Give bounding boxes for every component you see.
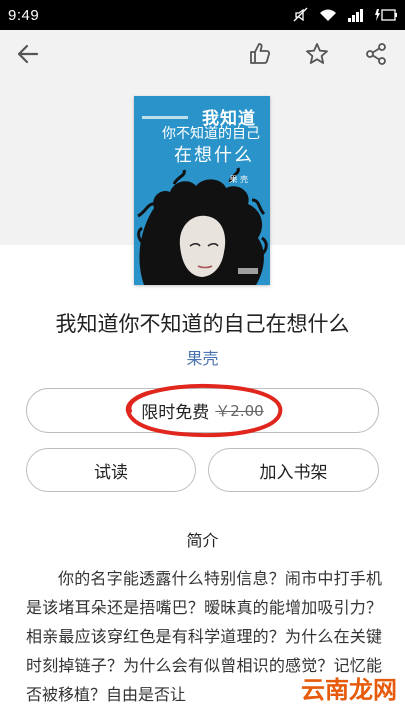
cover-title-line-3: 在想什么 <box>174 145 254 166</box>
cover-tag <box>142 116 188 119</box>
status-icons <box>293 7 397 23</box>
star-icon <box>305 42 329 70</box>
add-to-shelf-button[interactable]: 加入书架 <box>208 448 379 492</box>
cover-title-line-2: 你不知道的自己 <box>162 126 260 142</box>
book-author-link[interactable]: 果壳 <box>0 345 405 369</box>
original-price: ￥2.00 <box>215 402 264 420</box>
cover-author: 果 壳 <box>229 175 248 184</box>
status-time: 9:49 <box>8 6 40 24</box>
signal-icon <box>347 8 365 22</box>
thumbs-up-icon <box>248 42 272 70</box>
intro-text: 你的名字能透露什么特别信息？闹市中打手机是该堵耳朵还是捂嘴巴？暧昧真的能增加吸引… <box>26 569 382 704</box>
back-button[interactable] <box>12 40 44 72</box>
share-icon <box>364 42 388 70</box>
mute-icon <box>293 7 309 23</box>
free-download-button[interactable]: 限时免费 ￥2.00 <box>26 388 379 433</box>
battery-charging-icon <box>375 8 397 22</box>
share-button[interactable] <box>360 40 392 72</box>
book-title: 我知道你不知道的自己在想什么 <box>55 312 350 336</box>
status-bar: 9:49 <box>0 0 405 30</box>
favorite-button[interactable] <box>301 40 333 72</box>
back-arrow-icon <box>16 42 40 70</box>
book-cover[interactable]: 我知道 你不知道的自己 在想什么 果 壳 <box>134 96 270 285</box>
trial-read-button[interactable]: 试读 <box>26 448 196 492</box>
intro-heading: 简介 <box>186 531 219 550</box>
wifi-icon <box>319 8 337 22</box>
toolbar <box>0 30 405 82</box>
like-button[interactable] <box>244 40 276 72</box>
free-label: 限时免费 <box>141 403 210 423</box>
